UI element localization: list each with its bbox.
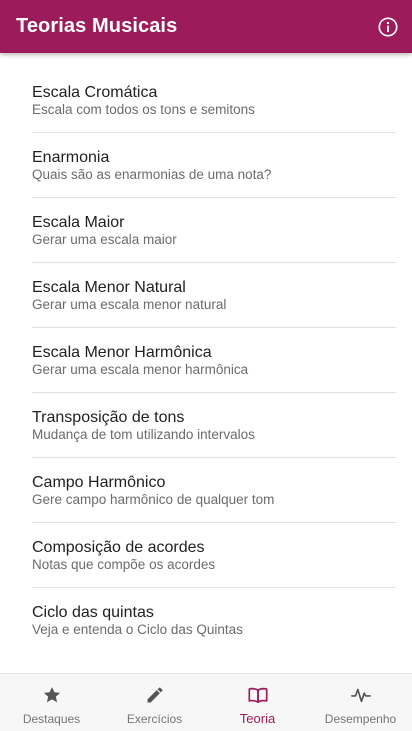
list-item-title: Campo Harmônico [32,474,166,491]
list-item-escala-menor-harmonica[interactable]: Escala Menor Harmônica Gerar uma escala … [32,328,396,393]
pulse-icon [350,684,372,706]
list-item-subtitle: Escala com todos os tons e semitons [32,102,255,117]
list-item-title: Enarmonia [32,149,110,166]
app-screen: Teorias Musicais Escala Cromática Escala… [0,0,412,731]
list-item-enarmonia[interactable]: Enarmonia Quais são as enarmonias de uma… [32,133,396,198]
list-item-subtitle: Gerar uma escala menor natural [32,297,227,312]
list-item-composicao-de-acordes[interactable]: Composição de acordes Notas que compõe o… [32,523,396,588]
list-item-title: Escala Cromática [32,84,158,101]
list-item-subtitle: Gerar uma escala maior [32,232,177,247]
list-item-subtitle: Notas que compõe os acordes [32,557,216,572]
list-item-subtitle: Gere campo harmônico de qualquer tom [32,492,275,507]
nav-label: Exercícios [126,712,183,726]
list-item-escala-maior[interactable]: Escala Maior Gerar uma escala maior [32,198,396,263]
list-item-campo-harmonico[interactable]: Campo Harmônico Gere campo harmônico de … [32,458,396,523]
list-item-title: Escala Menor Harmônica [32,344,212,361]
list-item-ciclo-das-quintas[interactable]: Ciclo das quintas Veja e entenda o Ciclo… [32,588,396,653]
star-icon [41,684,63,706]
list-item-title: Ciclo das quintas [32,604,154,621]
theory-list: Escala Cromática Escala com todos os ton… [0,53,412,673]
list-item-title: Escala Menor Natural [32,279,186,296]
nav-label: Desempenho [324,712,397,726]
list-item-title: Composição de acordes [32,539,205,556]
list-item-subtitle: Quais são as enarmonias de uma nota? [32,167,272,182]
nav-item-destaques[interactable]: Destaques [0,674,103,731]
list-item-title: Escala Maior [32,214,125,231]
list-item-escala-cromatica[interactable]: Escala Cromática Escala com todos os ton… [32,68,396,133]
nav-label: Teoria [239,711,276,726]
nav-item-exercicios[interactable]: Exercícios [103,674,206,731]
nav-item-teoria[interactable]: Teoria [206,674,309,731]
book-icon [247,684,269,706]
info-icon [378,16,398,37]
nav-label: Destaques [22,712,81,726]
list-item-subtitle: Veja e entenda o Ciclo das Quintas [32,622,243,637]
nav-item-desempenho[interactable]: Desempenho [309,674,412,731]
app-bar: Teorias Musicais [0,0,412,53]
pencil-icon [144,684,166,706]
page-title: Teorias Musicais [16,15,178,37]
list-item-title: Transposição de tons [32,409,185,426]
info-button[interactable] [376,15,400,39]
list-item-escala-menor-natural[interactable]: Escala Menor Natural Gerar uma escala me… [32,263,396,328]
bottom-navigation: Destaques Exercícios Teoria Desempenho [0,673,412,731]
list-item-transposicao-de-tons[interactable]: Transposição de tons Mudança de tom util… [32,393,396,458]
list-item-subtitle: Mudança de tom utilizando intervalos [32,427,255,442]
list-item-subtitle: Gerar uma escala menor harmônica [32,362,249,377]
